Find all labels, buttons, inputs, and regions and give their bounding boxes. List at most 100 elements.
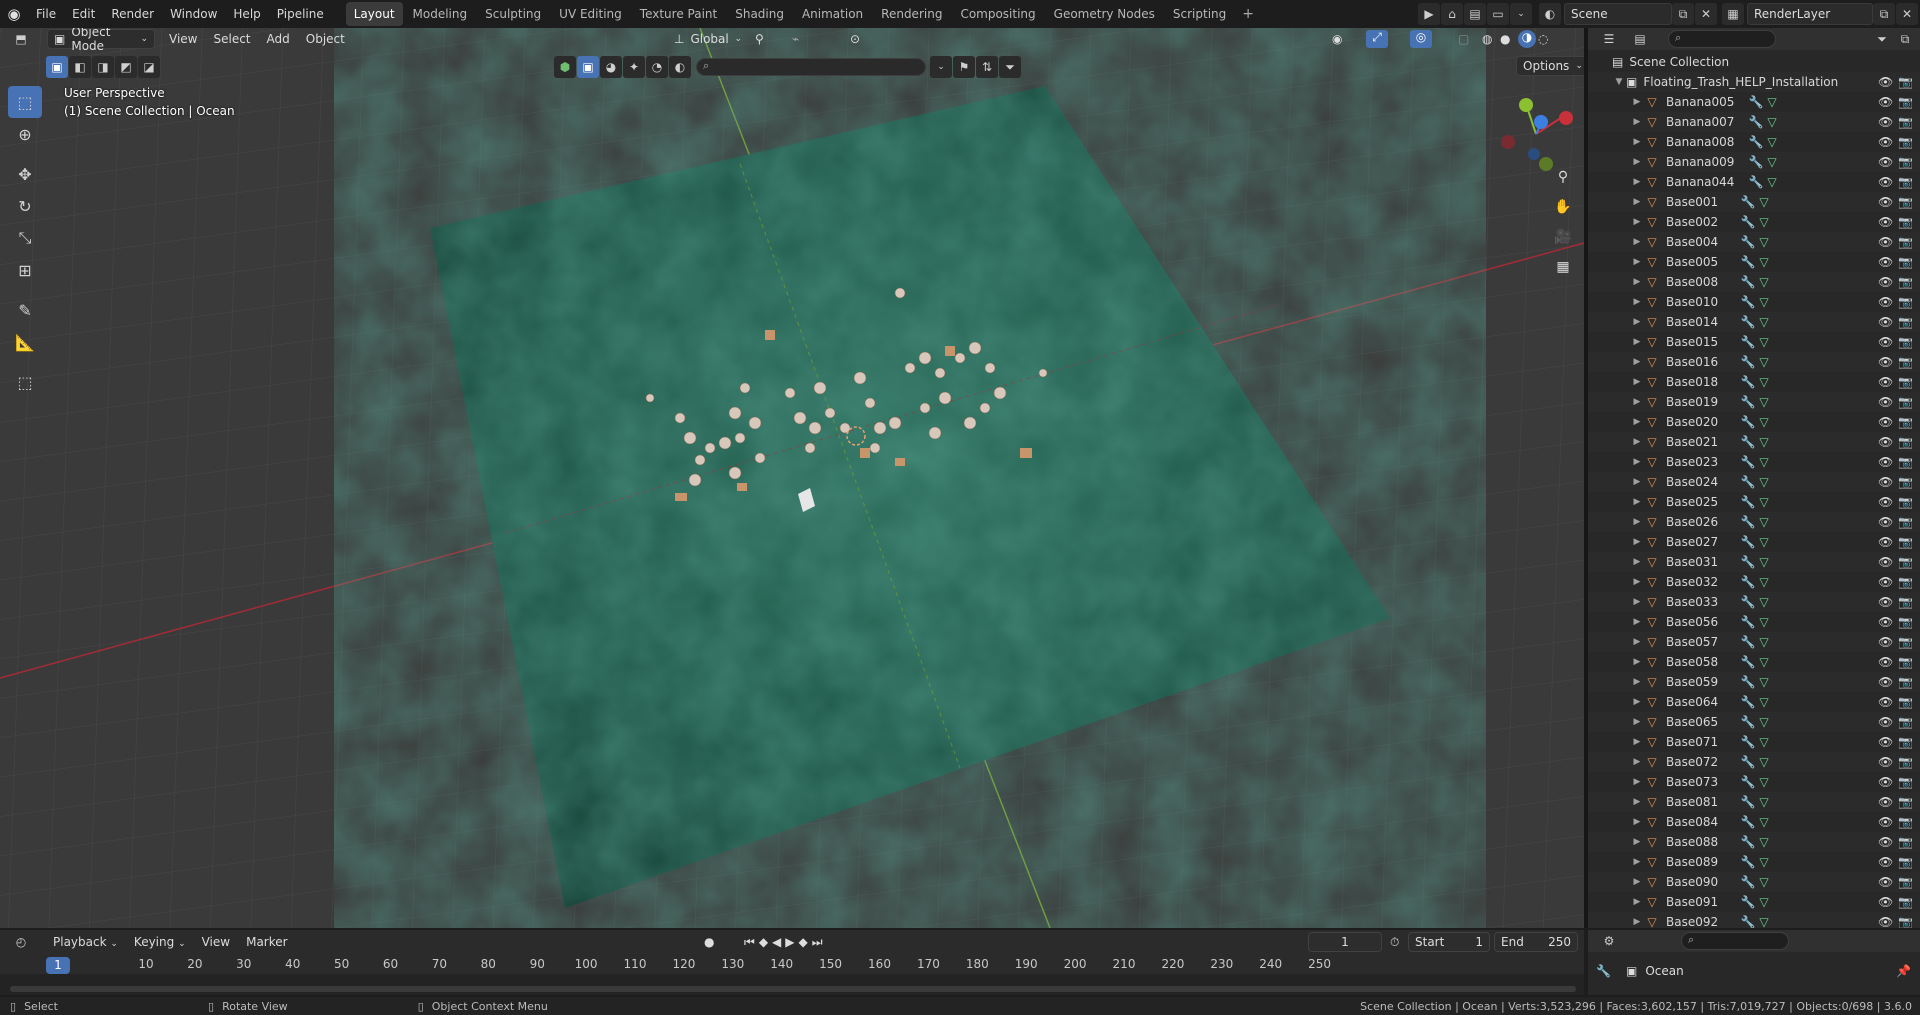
proportional-edit-icon[interactable]: ⊙: [850, 32, 860, 46]
outliner-item[interactable]: ▶ ▽ Base026 🔧 ▽ 👁 📷: [1588, 512, 1920, 532]
prev-keyframe-icon[interactable]: ◆: [759, 935, 768, 950]
outliner-item[interactable]: ▶ ▽ Base014 🔧 ▽ 👁 📷: [1588, 312, 1920, 332]
menu-pipeline[interactable]: Pipeline: [269, 0, 332, 28]
expand-arrow-icon[interactable]: ▶: [1630, 177, 1644, 187]
modifier-icon[interactable]: 🔧: [1740, 575, 1756, 589]
modifier-icon[interactable]: 🔧: [1740, 375, 1756, 389]
new-view-layer-icon[interactable]: ⧉: [1873, 3, 1895, 25]
outliner-item[interactable]: ▶ ▽ Base056 🔧 ▽ 👁 📷: [1588, 612, 1920, 632]
mesh-data-icon[interactable]: ▽: [1756, 395, 1772, 409]
visibility-eye-icon[interactable]: 👁: [1878, 555, 1893, 569]
visibility-eye-icon[interactable]: 👁: [1878, 815, 1893, 829]
mesh-data-icon[interactable]: ▽: [1764, 155, 1780, 169]
expand-arrow-icon[interactable]: ▶: [1630, 917, 1644, 927]
visibility-eye-icon[interactable]: 👁: [1878, 175, 1893, 189]
render-camera-icon[interactable]: 📷: [1898, 295, 1913, 309]
rendered-shading-icon[interactable]: ◌: [1538, 32, 1548, 46]
render-camera-icon[interactable]: 📷: [1898, 315, 1913, 329]
overlay-toggle-icon[interactable]: ◎: [1410, 30, 1432, 48]
outliner-item[interactable]: ▶ ▽ Base092 🔧 ▽ 👁 📷: [1588, 912, 1920, 928]
next-keyframe-icon[interactable]: ◆: [799, 935, 808, 950]
scene-icon[interactable]: ◐: [1539, 3, 1561, 25]
modifier-icon[interactable]: 🔧: [1740, 715, 1756, 729]
expand-arrow-icon[interactable]: ▶: [1630, 557, 1644, 567]
mesh-data-icon[interactable]: ▽: [1756, 695, 1772, 709]
tab-modeling[interactable]: Modeling: [405, 2, 476, 26]
end-frame-field[interactable]: End 250: [1494, 932, 1578, 952]
expand-arrow-icon[interactable]: ▼: [1612, 77, 1626, 87]
outliner-item[interactable]: ▶ ▽ Base008 🔧 ▽ 👁 📷: [1588, 272, 1920, 292]
expand-arrow-icon[interactable]: ▶: [1630, 137, 1644, 147]
menu-help[interactable]: Help: [225, 0, 268, 28]
modifier-icon[interactable]: 🔧: [1740, 415, 1756, 429]
expand-arrow-icon[interactable]: ▶: [1630, 217, 1644, 227]
move-tool-icon[interactable]: ✥: [8, 158, 42, 190]
modifier-icon[interactable]: 🔧: [1748, 155, 1764, 169]
tab-uv-editing[interactable]: UV Editing: [551, 2, 630, 26]
outliner-item[interactable]: ▶ ▽ Base065 🔧 ▽ 👁 📷: [1588, 712, 1920, 732]
modifier-icon[interactable]: 🔧: [1740, 215, 1756, 229]
expand-arrow-icon[interactable]: ▶: [1630, 617, 1644, 627]
render-camera-icon[interactable]: 📷: [1898, 895, 1913, 909]
outliner-item[interactable]: ▶ ▽ Base088 🔧 ▽ 👁 📷: [1588, 832, 1920, 852]
mesh-data-icon[interactable]: ▽: [1756, 855, 1772, 869]
mesh-data-icon[interactable]: ▽: [1756, 915, 1772, 928]
modifier-icon[interactable]: 🔧: [1740, 395, 1756, 409]
timeline-scrollbar[interactable]: [10, 986, 1576, 992]
visibility-eye-icon[interactable]: 👁: [1878, 835, 1893, 849]
outliner-item[interactable]: ▶ ▽ Base033 🔧 ▽ 👁 📷: [1588, 592, 1920, 612]
outliner-item[interactable]: ▶ ▽ Base018 🔧 ▽ 👁 📷: [1588, 372, 1920, 392]
filter-world-icon[interactable]: ◐: [669, 56, 691, 78]
visibility-eye-icon[interactable]: 👁: [1878, 75, 1893, 89]
tab-geometry-nodes[interactable]: Geometry Nodes: [1046, 2, 1163, 26]
viewport-scene[interactable]: [0, 28, 1584, 928]
outliner-editor-icon[interactable]: ☰: [1598, 28, 1620, 50]
expand-arrow-icon[interactable]: ▶: [1630, 517, 1644, 527]
mesh-data-icon[interactable]: ▽: [1756, 515, 1772, 529]
render-camera-icon[interactable]: 📷: [1898, 575, 1913, 589]
modifier-icon[interactable]: 🔧: [1740, 255, 1756, 269]
visibility-eye-icon[interactable]: 👁: [1878, 775, 1893, 789]
expand-arrow-icon[interactable]: ▶: [1630, 657, 1644, 667]
mesh-data-icon[interactable]: ▽: [1756, 675, 1772, 689]
properties-editor-icon[interactable]: ⚙: [1598, 930, 1620, 952]
menu-render[interactable]: Render: [103, 0, 162, 28]
viewport-search-input[interactable]: ⌕: [696, 58, 926, 76]
render-camera-icon[interactable]: 📷: [1898, 335, 1913, 349]
expand-arrow-icon[interactable]: ▶: [1630, 577, 1644, 587]
image-icon[interactable]: ▤: [1464, 3, 1486, 25]
render-camera-icon[interactable]: 📷: [1898, 695, 1913, 709]
render-camera-icon[interactable]: 📷: [1898, 735, 1913, 749]
outliner-item[interactable]: ▶ ▽ Base023 🔧 ▽ 👁 📷: [1588, 452, 1920, 472]
outliner-item[interactable]: ▶ ▽ Base073 🔧 ▽ 👁 📷: [1588, 772, 1920, 792]
mesh-data-icon[interactable]: ▽: [1756, 275, 1772, 289]
mesh-data-icon[interactable]: ▽: [1756, 535, 1772, 549]
mesh-data-icon[interactable]: ▽: [1756, 435, 1772, 449]
outliner-item[interactable]: ▶ ▽ Base072 🔧 ▽ 👁 📷: [1588, 752, 1920, 772]
expand-arrow-icon[interactable]: ▶: [1630, 477, 1644, 487]
tab-sculpting[interactable]: Sculpting: [477, 2, 549, 26]
visibility-eye-icon[interactable]: 👁: [1878, 675, 1893, 689]
pan-hand-icon[interactable]: ✋: [1550, 194, 1576, 220]
select-intersect-icon[interactable]: ◪: [138, 56, 160, 78]
mesh-data-icon[interactable]: ▽: [1756, 495, 1772, 509]
outliner-item[interactable]: ▶ ▽ Banana007 🔧 ▽ 👁 📷: [1588, 112, 1920, 132]
playhead-marker[interactable]: 1: [46, 957, 70, 974]
visibility-icon[interactable]: ◉: [1332, 32, 1342, 46]
modifier-icon[interactable]: 🔧: [1740, 795, 1756, 809]
mesh-data-icon[interactable]: ▽: [1756, 575, 1772, 589]
mesh-data-icon[interactable]: ▽: [1756, 615, 1772, 629]
outliner-item[interactable]: ▶ ▽ Base015 🔧 ▽ 👁 📷: [1588, 332, 1920, 352]
outliner-item[interactable]: ▶ ▽ Base021 🔧 ▽ 👁 📷: [1588, 432, 1920, 452]
visibility-eye-icon[interactable]: 👁: [1878, 215, 1893, 229]
expand-arrow-icon[interactable]: ▶: [1630, 857, 1644, 867]
modifier-icon[interactable]: 🔧: [1740, 295, 1756, 309]
chevron-down-icon[interactable]: ⌄: [1510, 3, 1532, 25]
outliner-item[interactable]: ▶ ▽ Base001 🔧 ▽ 👁 📷: [1588, 192, 1920, 212]
render-camera-icon[interactable]: 📷: [1898, 875, 1913, 889]
mesh-data-icon[interactable]: ▽: [1756, 355, 1772, 369]
modifier-icon[interactable]: 🔧: [1740, 615, 1756, 629]
expand-arrow-icon[interactable]: ▶: [1630, 597, 1644, 607]
visibility-eye-icon[interactable]: 👁: [1878, 855, 1893, 869]
mesh-data-icon[interactable]: ▽: [1756, 315, 1772, 329]
